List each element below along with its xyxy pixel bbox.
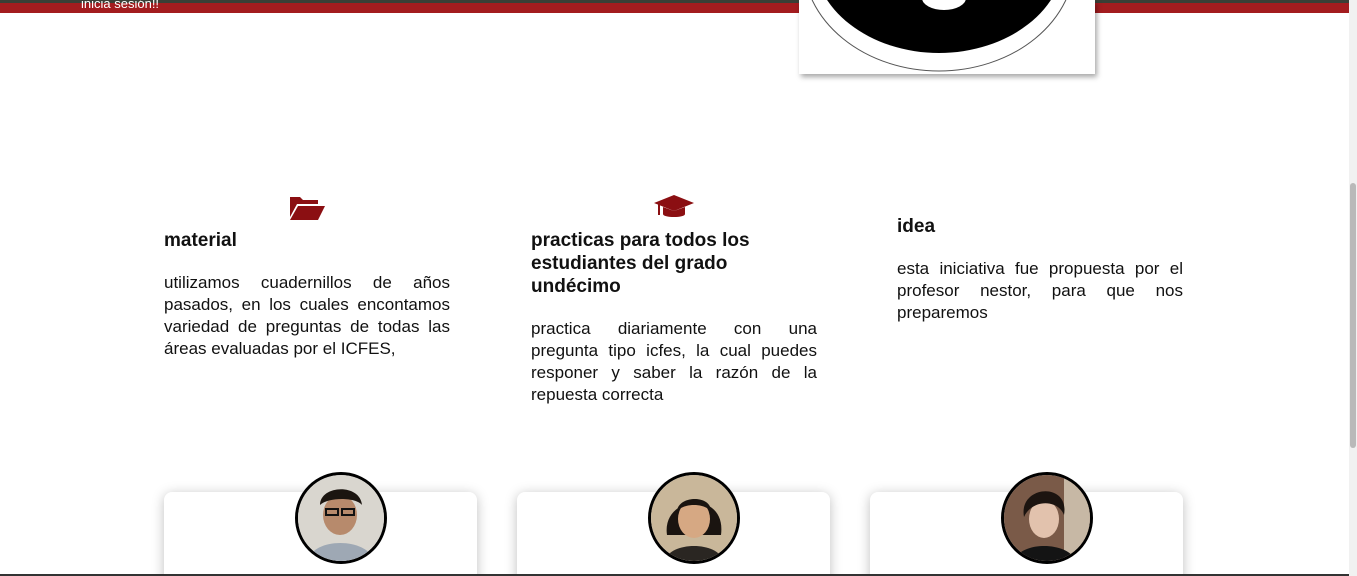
open-folder-icon (288, 193, 326, 229)
scrollbar-thumb[interactable] (1350, 183, 1356, 448)
page: inicia sesión!! material utilizamos cuad… (0, 0, 1357, 576)
hero-image (799, 0, 1095, 74)
feature-title: practicas para todos los estudiantes del… (531, 230, 750, 297)
feature-idea: idea esta iniciativa fue propuesta por e… (897, 215, 1183, 324)
feature-material: material utilizamos cuadernillos de años… (164, 193, 450, 360)
top-navbar: inicia sesión!! (0, 0, 1349, 13)
feature-description: esta iniciativa fue propuesta por el pro… (897, 259, 1183, 322)
avatar (1001, 472, 1093, 564)
feature-title: idea (897, 216, 936, 237)
vertical-scrollbar[interactable] (1349, 0, 1357, 576)
avatar (295, 472, 387, 564)
feature-description: utilizamos cuadernillos de años pasados,… (164, 273, 450, 358)
hero-logo-drawing (811, 0, 1067, 72)
feature-title: material (164, 230, 237, 251)
feature-description: practica diariamente con una pregunta ti… (531, 319, 817, 404)
graduation-cap-icon (653, 193, 695, 229)
feature-practicas: practicas para todos los estudiantes del… (531, 193, 817, 406)
navbar-strip (0, 0, 1349, 3)
login-link[interactable]: inicia sesión!! (81, 0, 159, 11)
avatar (648, 472, 740, 564)
